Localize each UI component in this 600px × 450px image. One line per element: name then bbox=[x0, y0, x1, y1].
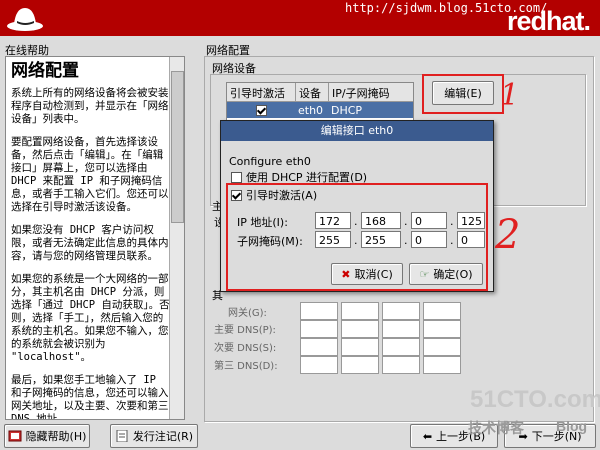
help-panel: 网络配置 系统上所有的网络设备将会被安装程序自动检测到，并显示在「网络设备」列表… bbox=[5, 56, 185, 420]
release-notes-label: 发行注记(R) bbox=[132, 430, 194, 443]
dns3-octet-4[interactable] bbox=[423, 356, 461, 374]
gateway-octet-3[interactable] bbox=[382, 302, 420, 320]
watermark-tagline: 技术博客 bbox=[468, 420, 524, 436]
dns1-label: 主要 DNS(P): bbox=[214, 325, 276, 336]
annotation-box-dialog bbox=[226, 183, 488, 291]
dhcp-checkbox[interactable] bbox=[231, 171, 242, 183]
annotation-number-two: 2 bbox=[495, 212, 521, 258]
help-content: 网络配置 系统上所有的网络设备将会被安装程序自动检测到，并显示在「网络设备」列表… bbox=[11, 61, 171, 420]
scrollbar-thumb[interactable] bbox=[171, 71, 184, 223]
dns1-octet-4[interactable] bbox=[423, 320, 461, 338]
watermark-logo: 51CTO.com bbox=[470, 386, 600, 413]
gateway-label: 网关(G): bbox=[228, 308, 267, 319]
dns3-octet-2[interactable] bbox=[341, 356, 379, 374]
help-scrollbar[interactable] bbox=[169, 57, 184, 419]
dns2-octet-1[interactable] bbox=[300, 338, 338, 356]
brand-logo: redhat. bbox=[506, 6, 591, 36]
help-paragraph: 如果您的系统是一个大网络的一部分，其主机名由 DHCP 分派，则选择「通过 DH… bbox=[11, 273, 170, 363]
dns3-octet-1[interactable] bbox=[300, 356, 338, 374]
dns1-octet-1[interactable] bbox=[300, 320, 338, 338]
table-row[interactable]: eth0 DHCP bbox=[227, 102, 413, 118]
document-icon bbox=[116, 430, 128, 442]
redhat-logo-icon bbox=[7, 8, 43, 31]
gateway-octet-1[interactable] bbox=[300, 302, 338, 320]
help-paragraph: 如果您没有 DHCP 客户访问权限，或者无法确定此信息的具体内容，请与您的网络管… bbox=[11, 224, 169, 262]
configure-label: Configure eth0 bbox=[229, 155, 311, 168]
help-heading: 网络配置 bbox=[11, 61, 79, 81]
help-paragraph: 最后，如果您手工地输入了 IP 和子网掩码的信息，您还可以输入网关地址，以及主要… bbox=[11, 374, 169, 420]
dns2-octet-3[interactable] bbox=[382, 338, 420, 356]
dns3-octet-3[interactable] bbox=[382, 356, 420, 374]
back-arrow-icon: ⬅ bbox=[422, 429, 433, 443]
help-book-icon bbox=[8, 430, 22, 442]
watermark-blog: Blog bbox=[556, 418, 588, 434]
row-ip: DHCP bbox=[331, 103, 363, 117]
installer-banner: http://sjdwm.blog.51cto.com/ redhat. bbox=[0, 0, 600, 36]
annotation-number-one: 1 bbox=[500, 78, 520, 113]
help-paragraph: 要配置网络设备，首先选择该设备，然后点击「编辑」。在「编辑接口」屏幕上，您可以选… bbox=[11, 136, 169, 213]
hide-help-button[interactable]: 隐藏帮助(H) bbox=[4, 424, 90, 448]
row-device: eth0 bbox=[298, 103, 324, 117]
gateway-octet-4[interactable] bbox=[423, 302, 461, 320]
column-header-ip[interactable]: IP/子网掩码 bbox=[329, 83, 407, 101]
dialog-title: 编辑接口 eth0 bbox=[221, 121, 493, 141]
column-header-device[interactable]: 设备 bbox=[296, 83, 329, 101]
dns2-octet-4[interactable] bbox=[423, 338, 461, 356]
dns2-octet-2[interactable] bbox=[341, 338, 379, 356]
dns1-octet-3[interactable] bbox=[382, 320, 420, 338]
gateway-octet-2[interactable] bbox=[341, 302, 379, 320]
boot-checkbox[interactable] bbox=[255, 104, 267, 116]
release-notes-button[interactable]: 发行注记(R) bbox=[110, 424, 198, 448]
device-table: 引导时激活 设备 IP/子网掩码 eth0 DHCP bbox=[226, 82, 414, 122]
column-header-boot[interactable]: 引导时激活 bbox=[227, 83, 296, 101]
dns3-label: 第三 DNS(D): bbox=[214, 361, 278, 372]
hide-help-label: 隐藏帮助(H) bbox=[25, 430, 87, 443]
dns1-octet-2[interactable] bbox=[341, 320, 379, 338]
help-paragraph: 系统上所有的网络设备将会被安装程序自动检测到，并显示在「网络设备」列表中。 bbox=[11, 87, 169, 125]
dns2-label: 次要 DNS(S): bbox=[214, 343, 277, 354]
annotation-box-edit bbox=[422, 74, 504, 114]
